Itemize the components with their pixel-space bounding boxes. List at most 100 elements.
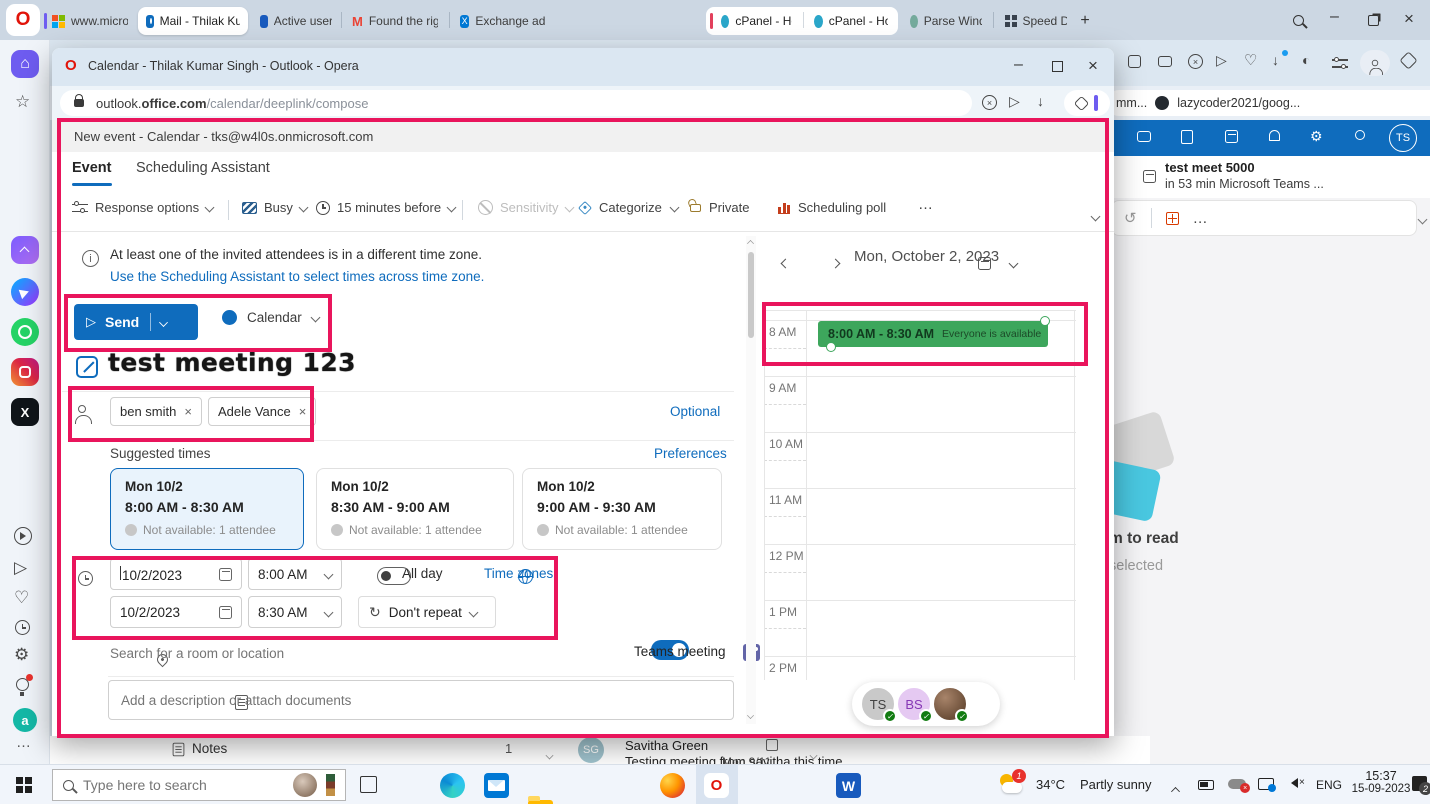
extensions-cube-icon[interactable]: [1399, 51, 1417, 69]
window-minimize-button[interactable]: –: [1330, 8, 1339, 26]
language-indicator[interactable]: ENG: [1316, 778, 1342, 792]
categorize-button[interactable]: Categorize: [580, 200, 678, 215]
snapshot-camera-icon[interactable]: [1158, 56, 1172, 67]
private-button[interactable]: Private: [690, 200, 749, 215]
sidebar-send-button[interactable]: ▷: [14, 558, 27, 578]
datepicker-icon[interactable]: [219, 606, 232, 619]
location-input[interactable]: [110, 640, 470, 666]
browser-tab-gmail[interactable]: M Found the right m: [344, 7, 446, 35]
browser-tab-cpanel-2[interactable]: cPanel - Hosting: [806, 7, 896, 35]
battery-icon[interactable]: [1198, 780, 1214, 790]
sidebar-x-button[interactable]: X: [11, 398, 39, 426]
toolbar-collapse-chevron[interactable]: [1092, 208, 1099, 223]
sidebar-star-button[interactable]: ☆: [15, 92, 30, 112]
end-date-field[interactable]: 10/2/2023: [110, 596, 242, 628]
browser-tab-microsoft365[interactable]: www.microsoft365: [44, 7, 136, 35]
task-view-button[interactable]: [360, 776, 377, 793]
address-bar[interactable]: outlook.office.com/calendar/deeplink/com…: [60, 90, 972, 116]
weather-desc[interactable]: Partly sunny: [1080, 777, 1152, 792]
more-options[interactable]: …: [1193, 210, 1208, 227]
account-avatar[interactable]: TS: [1389, 124, 1417, 152]
description-box[interactable]: [108, 680, 734, 720]
taskbar-edge-icon[interactable]: [440, 773, 465, 798]
sender-name[interactable]: Savitha Green: [625, 738, 708, 753]
close-circle-icon[interactable]: ×: [1188, 54, 1203, 69]
scheduling-poll-button[interactable]: Scheduling poll: [778, 200, 886, 215]
tray-expand-chevron[interactable]: [1172, 782, 1179, 800]
undo-icon[interactable]: ↺: [1124, 209, 1137, 227]
gear-icon[interactable]: ⚙: [1310, 128, 1323, 145]
reminder-button[interactable]: 15 minutes before: [316, 200, 455, 215]
attendee-pill[interactable]: ben smith ×: [110, 397, 202, 426]
avatar-ts[interactable]: TS ✓: [860, 686, 896, 722]
send-to-device-icon[interactable]: ▷: [1216, 52, 1227, 69]
start-date-field[interactable]: 10/2/2023: [110, 558, 242, 590]
taskbar-opera-icon[interactable]: O: [704, 773, 729, 798]
bookmark-item[interactable]: mm...: [1116, 96, 1147, 110]
event-resize-handle-bottom[interactable]: [826, 342, 836, 352]
weather-temp[interactable]: 34°C: [1036, 777, 1065, 792]
sidebar-messenger-button[interactable]: [11, 278, 39, 306]
avatar-bs[interactable]: BS ✓: [896, 686, 932, 722]
dayview-date-label[interactable]: Mon, October 2, 2023: [854, 248, 999, 265]
toolbar-more-button[interactable]: …: [918, 196, 933, 213]
reminder-subtitle[interactable]: in 53 min Microsoft Teams ...: [1165, 177, 1324, 191]
send-button[interactable]: ▷ Send: [74, 304, 198, 340]
sidebar-aria-button[interactable]: [11, 236, 39, 264]
weather-button[interactable]: 1: [998, 771, 1028, 799]
form-scrollbar-thumb[interactable]: [748, 252, 754, 338]
repeat-selector[interactable]: ↺ Don't repeat: [358, 596, 496, 628]
message-checkbox[interactable]: [766, 739, 778, 751]
taskbar-word-icon[interactable]: W: [836, 773, 861, 798]
popup-close-button[interactable]: ×: [1088, 56, 1098, 76]
window-close-button[interactable]: ×: [1404, 9, 1414, 29]
table-insert-icon[interactable]: [1166, 212, 1179, 225]
browser-tab-active-users[interactable]: Active users - Micr: [252, 7, 340, 35]
share-icon[interactable]: [1128, 55, 1141, 68]
taskbar-search-box[interactable]: [52, 769, 346, 801]
sidebar-instagram-button[interactable]: [11, 358, 39, 386]
popup-minimize-button[interactable]: –: [1014, 56, 1023, 74]
optional-link[interactable]: Optional: [670, 404, 720, 419]
notice-line2-link[interactable]: Use the Scheduling Assistant to select t…: [110, 269, 484, 284]
sidebar-history-button[interactable]: [15, 620, 30, 635]
end-time-field[interactable]: 8:30 AM: [248, 596, 342, 628]
tab-event[interactable]: Event: [72, 160, 112, 176]
response-options-button[interactable]: Response options: [72, 200, 213, 215]
taskbar-search-input[interactable]: [83, 777, 284, 793]
suggested-card-3[interactable]: Mon 10/2 9:00 AM - 9:30 AM Not available…: [522, 468, 722, 550]
clock-tray[interactable]: 15:37 15-09-2023: [1348, 769, 1414, 795]
sidebar-lightbulb-button[interactable]: [16, 678, 29, 691]
tab-search-button[interactable]: [1293, 13, 1304, 31]
display-connect-icon[interactable]: [1258, 778, 1274, 790]
taskbar-mail-icon[interactable]: [484, 773, 509, 798]
avatar-photo[interactable]: ✓: [932, 686, 968, 722]
notification-center-button[interactable]: 2: [1412, 776, 1427, 791]
favorites-heart-icon[interactable]: ♡: [1244, 51, 1257, 69]
taskbar-firefox-icon[interactable]: [660, 773, 685, 798]
preferences-link[interactable]: Preferences: [654, 446, 727, 461]
start-button[interactable]: [16, 777, 32, 793]
url-download-icon[interactable]: ↓: [1037, 93, 1044, 109]
url-close-circle-icon[interactable]: ×: [982, 95, 997, 110]
lightbulb-icon[interactable]: [1355, 130, 1365, 140]
calendar-check-icon[interactable]: [1225, 130, 1238, 143]
downloads-icon[interactable]: ↓: [1272, 52, 1279, 68]
sidebar-player-button[interactable]: [14, 527, 32, 545]
volume-muted-icon[interactable]: ×: [1286, 777, 1305, 788]
collapse-chevron[interactable]: [1419, 210, 1426, 228]
datepicker-icon[interactable]: [219, 568, 232, 581]
sidebar-whatsapp-button[interactable]: [11, 318, 39, 346]
browser-tab-cpanel-1[interactable]: cPanel - Hosting: [708, 7, 800, 35]
extensions-pill[interactable]: [1064, 90, 1110, 116]
calendar-event-block[interactable]: 8:00 AM - 8:30 AM Everyone is available: [818, 321, 1048, 347]
reminder-title[interactable]: test meet 5000: [1165, 160, 1255, 175]
sidebar-favorites-button[interactable]: ♡: [14, 588, 29, 608]
event-resize-handle-top[interactable]: [1040, 316, 1050, 326]
calendar-selector[interactable]: Calendar: [222, 310, 319, 325]
tab-scheduling-assistant[interactable]: Scheduling Assistant: [136, 160, 270, 176]
send-dropdown-chevron[interactable]: [159, 318, 168, 327]
sidebar-home-button[interactable]: ⌂: [11, 50, 39, 78]
settings-sliders-icon[interactable]: [1332, 57, 1348, 69]
browser-tab-chatgpt[interactable]: Parse Windows Pr: [902, 7, 990, 35]
